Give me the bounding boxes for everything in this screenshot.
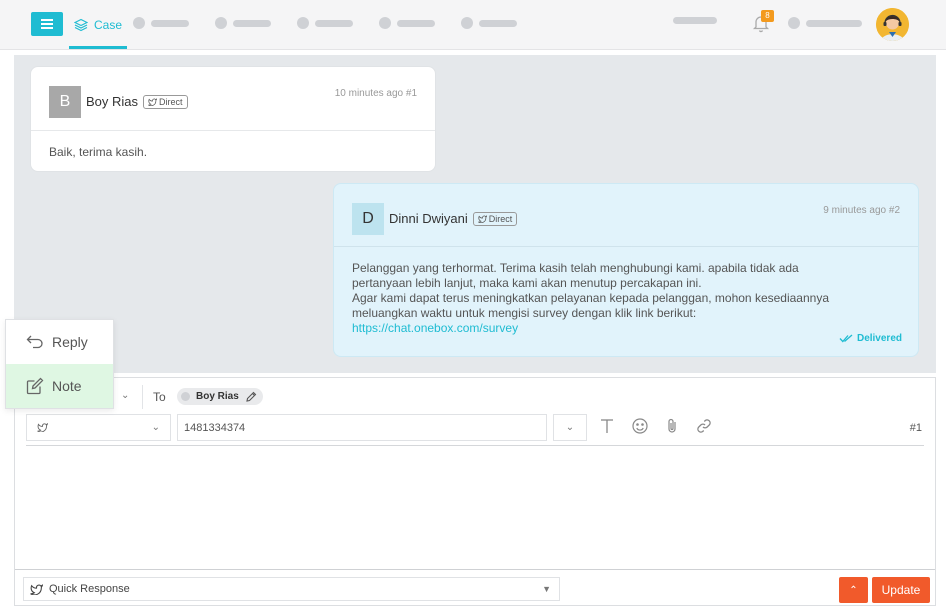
twitter-icon <box>148 97 158 106</box>
divider <box>142 385 143 409</box>
account-id-field[interactable]: 1481334374 <box>177 414 547 441</box>
message-header: B Boy Rias Direct 10 minutes ago #1 <box>31 67 435 131</box>
message-outgoing: D Dinni Dwiyani Direct 9 minutes ago #2 … <box>333 183 919 357</box>
attachment-icon[interactable] <box>666 418 678 434</box>
update-button[interactable]: Update <box>872 577 930 603</box>
channel-select[interactable]: ⌄ <box>26 414 171 441</box>
nav-tab-placeholder[interactable] <box>297 17 353 29</box>
sender-avatar: B <box>49 86 81 118</box>
to-label: To <box>153 390 166 404</box>
chevron-down-icon[interactable]: ⌄ <box>121 390 129 401</box>
pencil-icon[interactable] <box>245 391 257 403</box>
message-timestamp: 10 minutes ago #1 <box>334 88 417 99</box>
nav-tab-placeholder[interactable] <box>215 17 271 29</box>
sender-avatar: D <box>352 203 384 235</box>
menu-item-reply[interactable]: Reply <box>6 320 113 364</box>
hamburger-menu-button[interactable] <box>31 12 63 36</box>
nav-tab-placeholder[interactable] <box>379 17 435 29</box>
channel-tag: Direct <box>472 211 518 226</box>
tab-case-label: Case <box>93 18 122 32</box>
channel-tag: Direct <box>143 94 188 109</box>
notification-button[interactable]: 8 <box>752 10 774 35</box>
recipient-chip[interactable]: Boy Rias <box>177 388 263 405</box>
double-check-icon <box>839 334 853 343</box>
link-icon[interactable] <box>696 418 712 434</box>
message-line: Pelanggan yang terhormat. Terima kasih t… <box>352 261 799 275</box>
chevron-down-icon: ⌄ <box>565 422 575 433</box>
thread-number: #1 <box>909 422 922 434</box>
message-line: meluangkan waktu untuk mengisi survey de… <box>352 306 697 320</box>
status-placeholder <box>673 17 717 24</box>
recipient-avatar <box>181 392 190 401</box>
delivery-status: Delivered <box>839 333 902 344</box>
twitter-icon <box>477 214 487 223</box>
chevron-down-icon: ⌄ <box>151 422 160 433</box>
reply-icon <box>26 335 43 349</box>
menu-icon <box>41 23 53 25</box>
layers-icon <box>73 18 88 32</box>
note-icon <box>26 377 44 395</box>
divider <box>15 569 935 570</box>
sender-name: Dinni Dwiyani Direct <box>389 211 518 226</box>
user-name-placeholder[interactable] <box>788 17 862 29</box>
chevron-up-icon: ⌃ <box>849 584 858 596</box>
twitter-icon <box>37 423 48 432</box>
expand-options-button[interactable]: ⌃ <box>839 577 868 603</box>
message-incoming: B Boy Rias Direct 10 minutes ago #1 Baik… <box>30 66 436 172</box>
editor-divider <box>26 445 924 446</box>
message-line: pertanyaan lebih lanjut, maka kami akan … <box>352 276 702 290</box>
caret-down-icon: ▼ <box>542 584 551 594</box>
recipient-name: Boy Rias <box>196 391 239 402</box>
message-body: Baik, terima kasih. <box>49 145 148 159</box>
message-header: D Dinni Dwiyani Direct 9 minutes ago #2 <box>334 184 918 247</box>
top-navigation-bar: Case 8 <box>0 0 946 50</box>
quick-response-select[interactable]: Quick Response ▼ <box>23 577 560 601</box>
message-line: Agar kami dapat terus meningkatkan pelay… <box>352 291 829 305</box>
notification-count-badge: 8 <box>761 10 774 22</box>
text-format-icon[interactable] <box>600 418 614 434</box>
survey-link[interactable]: https://chat.onebox.com/survey <box>352 321 518 335</box>
reply-type-menu: Reply Note <box>5 319 114 409</box>
message-timestamp: 9 minutes ago #2 <box>823 205 900 216</box>
message-editor[interactable] <box>26 448 924 566</box>
menu-item-note[interactable]: Note <box>6 364 113 408</box>
sender-name: Boy Rias Direct <box>86 94 188 109</box>
nav-tab-placeholder[interactable] <box>133 17 189 29</box>
emoji-icon[interactable] <box>632 418 648 434</box>
user-avatar[interactable] <box>876 8 909 41</box>
reply-composer: ⌄ To Boy Rias ⌄ 1481334374 ⌄ #1 Quick Re… <box>14 377 936 606</box>
tab-case[interactable]: Case <box>69 0 127 50</box>
nav-tab-placeholder[interactable] <box>461 17 517 29</box>
quick-response-label: Quick Response <box>49 583 130 595</box>
twitter-icon <box>30 583 43 595</box>
template-dropdown-button[interactable]: ⌄ <box>553 414 587 441</box>
message-body: Pelanggan yang terhormat. Terima kasih t… <box>334 247 918 350</box>
